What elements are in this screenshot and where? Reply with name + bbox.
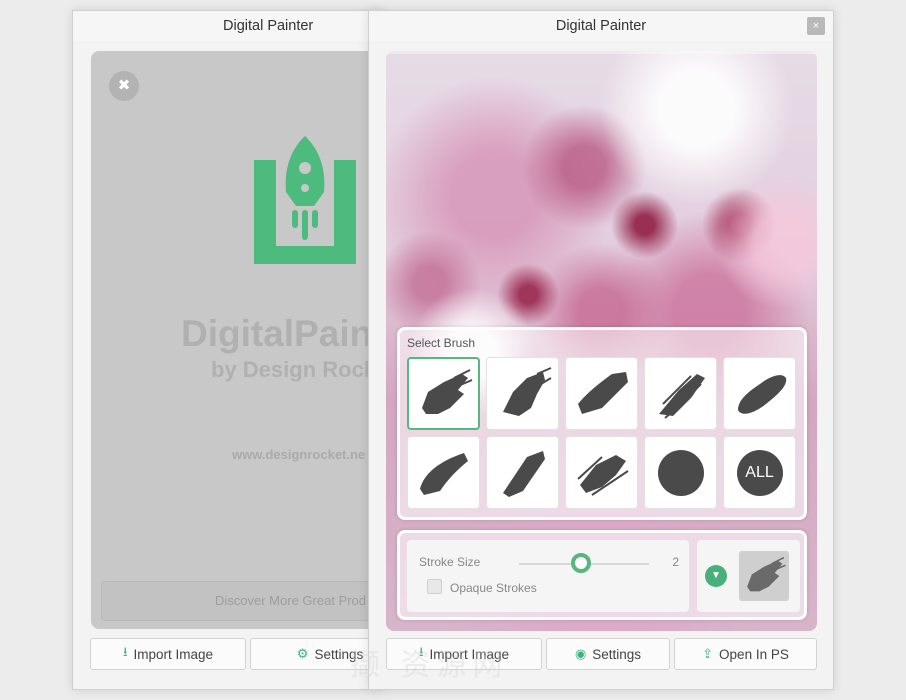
open-in-ps-label: Open In PS xyxy=(719,646,789,662)
brand-name: DigitalPain xyxy=(181,313,373,354)
brush-tile[interactable] xyxy=(486,357,559,430)
front-window-title: Digital Painter xyxy=(369,11,833,41)
open-in-icon: ⇪ xyxy=(702,646,714,661)
stroke-size-slider[interactable] xyxy=(519,553,649,573)
brush-stroke-icon xyxy=(737,374,786,414)
close-icon[interactable]: × xyxy=(807,17,825,35)
brush-stroke-icon xyxy=(658,373,705,419)
brush-stroke-icon xyxy=(747,556,786,592)
settings-label: Settings xyxy=(592,646,642,662)
brush-stroke-icon xyxy=(577,371,628,414)
brush-tile[interactable] xyxy=(644,357,717,430)
brush-tile[interactable] xyxy=(486,436,559,509)
stroke-settings: Stroke Size 2 Opaque Strokes xyxy=(407,540,689,612)
brush-preview-tile[interactable] xyxy=(739,551,789,601)
brush-panel-label: Select Brush xyxy=(407,336,476,350)
watermark: 撷 资源网 xyxy=(350,649,509,682)
brush-stroke-icon xyxy=(576,454,629,496)
back-import-button[interactable]: ⭳ Import Image xyxy=(90,638,246,670)
all-brushes-label: ALL xyxy=(736,449,783,496)
brush-stroke-icon xyxy=(502,450,545,497)
opaque-strokes-label: Opaque Strokes xyxy=(450,581,537,595)
brush-stroke-icon xyxy=(502,366,552,416)
brush-preview: ▼ xyxy=(697,540,800,612)
brush-tile[interactable] xyxy=(407,436,480,509)
front-window: Digital Painter × Select Brush ALL Strok… xyxy=(368,10,834,690)
splash-panel: ✖ DigitalPain by Design Rock www.designr… xyxy=(91,51,381,629)
stroke-size-value: 2 xyxy=(672,555,679,569)
tools-icon[interactable]: ✖ xyxy=(109,71,139,101)
brush-tile-all[interactable]: ALL xyxy=(723,436,796,509)
opaque-strokes-checkbox[interactable] xyxy=(427,579,442,594)
brush-grid: ALL xyxy=(407,357,796,509)
round-brush-icon xyxy=(657,449,704,496)
brush-tile[interactable] xyxy=(644,436,717,509)
canvas-highlight xyxy=(386,51,817,54)
brand-url[interactable]: www.designrocket.ne xyxy=(232,447,365,462)
stroke-size-label: Stroke Size xyxy=(419,555,481,569)
brush-tile[interactable] xyxy=(565,357,638,430)
brush-tile[interactable] xyxy=(407,357,480,430)
chevron-down-icon[interactable]: ▼ xyxy=(705,565,727,587)
brush-panel: Select Brush ALL xyxy=(397,327,807,520)
import-icon: ⭳ xyxy=(122,644,128,659)
rocket-logo-icon xyxy=(254,136,356,264)
brush-tile[interactable] xyxy=(565,436,638,509)
brush-stroke-icon xyxy=(421,368,472,414)
back-window: Digital Painter ✖ DigitalPain by Design … xyxy=(72,10,410,690)
back-window-title: Digital Painter xyxy=(73,11,383,41)
brush-stroke-icon xyxy=(419,452,468,495)
back-import-label: Import Image xyxy=(133,646,214,662)
brush-tile[interactable] xyxy=(723,357,796,430)
settings-button[interactable]: ◉ Settings xyxy=(546,638,670,670)
open-in-ps-button[interactable]: ⇪ Open In PS xyxy=(674,638,817,670)
eye-icon: ◉ xyxy=(574,646,587,661)
stroke-size-slider-thumb[interactable] xyxy=(571,553,592,573)
discover-button[interactable]: Discover More Great Prod xyxy=(101,581,381,621)
stroke-panel: Stroke Size 2 Opaque Strokes ▼ xyxy=(397,530,807,620)
brand-byline: by Design Rock xyxy=(211,357,377,382)
gear-icon: ⚙ xyxy=(296,646,309,661)
